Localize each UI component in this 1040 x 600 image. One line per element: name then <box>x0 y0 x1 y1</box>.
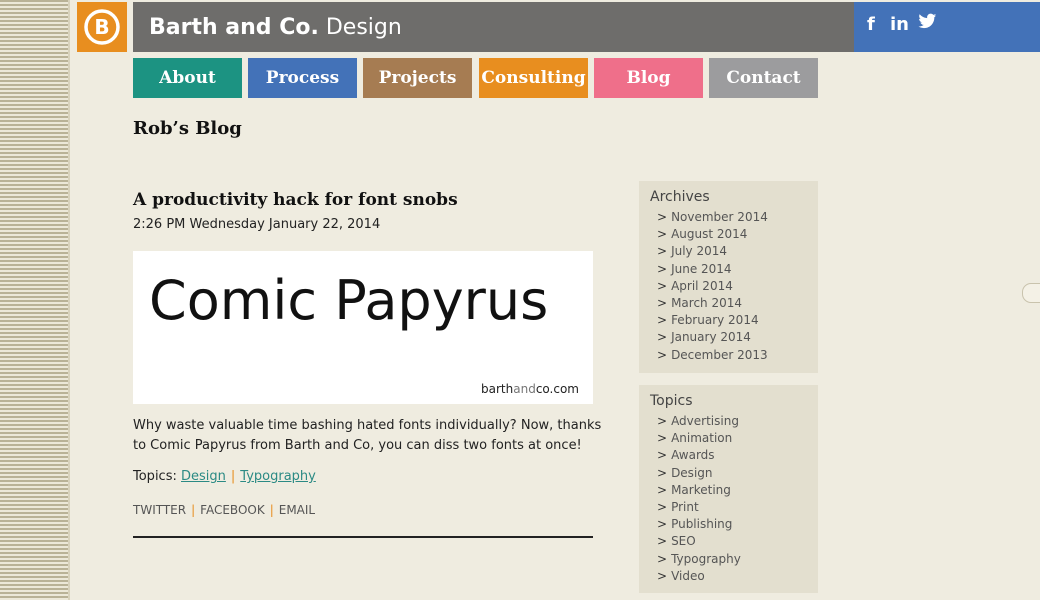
archive-item[interactable]: > April 2014 <box>657 278 818 295</box>
topic-item[interactable]: > Video <box>657 568 818 585</box>
chevron-right-icon: > <box>657 448 668 463</box>
post-image-site: barthandco.com <box>481 382 579 396</box>
topics-label: Topics: <box>133 469 177 484</box>
archive-item[interactable]: > March 2014 <box>657 295 818 312</box>
chevron-right-icon: > <box>657 330 668 345</box>
post-image-text: Comic Papyrus <box>149 269 549 332</box>
chevron-right-icon: > <box>657 568 668 583</box>
svg-text:B: B <box>94 15 109 39</box>
topic-item[interactable]: > Marketing <box>657 482 818 499</box>
archives-box: Archives > November 2014 > August 2014 > Ju… <box>639 181 818 373</box>
chevron-right-icon: > <box>657 499 668 514</box>
archives-title: Archives <box>650 189 710 205</box>
topic-item[interactable]: > Design <box>657 465 818 482</box>
share-twitter[interactable]: TWITTER <box>133 503 186 517</box>
chevron-right-icon: > <box>657 244 668 259</box>
nav-blog[interactable]: Blog <box>594 58 703 98</box>
nav-process[interactable]: Process <box>248 58 357 98</box>
chevron-right-icon: > <box>657 414 668 428</box>
topic-link-design[interactable]: Design <box>181 469 226 484</box>
blog-title: Rob’s Blog <box>133 118 242 139</box>
linkedin-icon[interactable]: in <box>890 14 909 35</box>
chevron-right-icon: > <box>657 465 668 480</box>
topic-item[interactable]: > Publishing <box>657 516 818 533</box>
post-body: Why waste valuable time bashing hated fo… <box>133 418 602 453</box>
chevron-right-icon: > <box>657 551 668 566</box>
twitter-bird-icon <box>918 13 937 29</box>
chevron-right-icon: > <box>657 347 668 362</box>
chevron-right-icon: > <box>657 534 668 549</box>
archive-item[interactable]: > December 2013 <box>657 347 818 364</box>
nav-projects[interactable]: Projects <box>363 58 472 98</box>
chevron-right-icon: > <box>657 261 668 276</box>
archive-item[interactable]: > January 2014 <box>657 329 818 346</box>
site-title-sub: Design <box>325 14 402 40</box>
social-bar: f in <box>854 2 1040 52</box>
archive-item[interactable]: > November 2014 <box>657 209 818 226</box>
archive-item[interactable]: > August 2014 <box>657 226 818 243</box>
chevron-right-icon: > <box>657 482 668 497</box>
post-image: Comic Papyrus barthandco.com <box>133 251 593 404</box>
chevron-right-icon: > <box>657 295 668 310</box>
chevron-right-icon: > <box>657 278 668 293</box>
side-widget-tab[interactable] <box>1022 283 1040 303</box>
topic-item[interactable]: > SEO <box>657 533 818 550</box>
share-email[interactable]: EMAIL <box>279 503 315 517</box>
share-links: TWITTER | FACEBOOK | EMAIL <box>133 503 316 517</box>
archive-item[interactable]: > July 2014 <box>657 243 818 260</box>
topic-link-typography[interactable]: Typography <box>240 469 316 484</box>
logo-link[interactable]: B <box>77 2 127 52</box>
share-facebook[interactable]: FACEBOOK <box>200 503 265 517</box>
twitter-icon[interactable] <box>918 13 937 35</box>
decorative-stripes <box>0 0 70 600</box>
post-topics: Topics: Design | Typography <box>133 469 316 484</box>
nav-consulting[interactable]: Consulting <box>479 58 588 98</box>
topics-title: Topics <box>650 393 693 409</box>
site-title-bar: Barth and Co. Design <box>133 2 854 52</box>
topics-box: Topics > Advertising > Animation > Awards >… <box>639 385 818 593</box>
topic-item[interactable]: > Advertising <box>657 413 818 430</box>
barth-logo-icon: B <box>84 9 120 45</box>
facebook-icon[interactable]: f <box>867 14 875 35</box>
chevron-right-icon: > <box>657 227 668 242</box>
chevron-right-icon: > <box>657 210 668 224</box>
topic-item[interactable]: > Typography <box>657 551 818 568</box>
post-title[interactable]: A productivity hack for font snobs <box>133 190 458 210</box>
post-divider <box>133 536 593 538</box>
chevron-right-icon: > <box>657 517 668 532</box>
nav-about[interactable]: About <box>133 58 242 98</box>
topic-item[interactable]: > Print <box>657 499 818 516</box>
topic-item[interactable]: > Animation <box>657 430 818 447</box>
topic-item[interactable]: > Awards <box>657 447 818 464</box>
site-title-name: Barth and Co. <box>149 14 319 40</box>
archive-item[interactable]: > June 2014 <box>657 261 818 278</box>
chevron-right-icon: > <box>657 431 668 446</box>
post-date: 2:26 PM Wednesday January 22, 2014 <box>133 217 381 232</box>
chevron-right-icon: > <box>657 313 668 328</box>
nav-contact[interactable]: Contact <box>709 58 818 98</box>
archive-item[interactable]: > February 2014 <box>657 312 818 329</box>
